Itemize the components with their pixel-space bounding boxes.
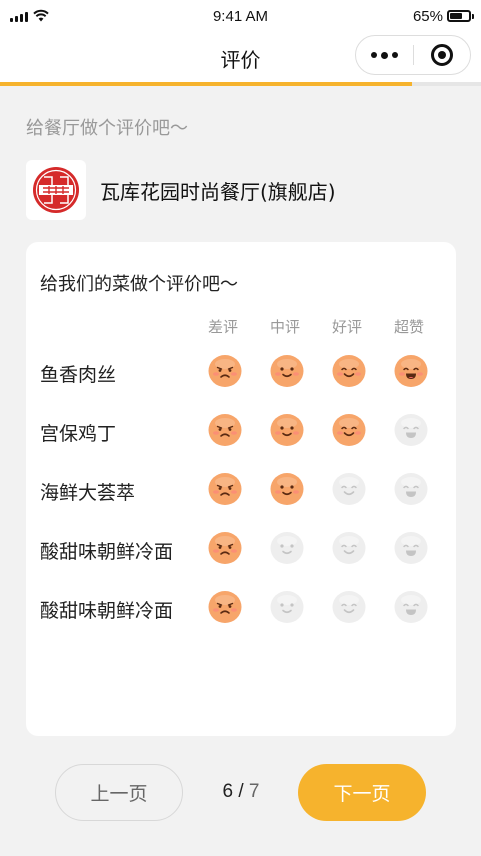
- dish-row: 海鲜大荟萃: [26, 466, 456, 525]
- dish-name: 海鲜大荟萃: [40, 482, 136, 504]
- dish-name: 宫保鸡丁: [40, 423, 117, 445]
- current-page: 6: [222, 781, 234, 802]
- rating-face-happy-icon[interactable]: [331, 588, 367, 624]
- restaurant-seal-icon: [33, 167, 79, 213]
- status-bar: 9:41 AM 65%: [0, 0, 481, 34]
- prev-page-button[interactable]: 上一页: [55, 764, 183, 821]
- mini-program-capsule: [355, 35, 471, 75]
- battery-icon: [447, 10, 474, 22]
- rating-face-laugh-icon[interactable]: [393, 529, 429, 565]
- total-pages: 7: [248, 781, 260, 802]
- rating-face-frown-icon[interactable]: [207, 411, 243, 447]
- rating-face-laugh-icon[interactable]: [393, 470, 429, 506]
- rating-face-frown-icon[interactable]: [207, 352, 243, 388]
- rating-face-happy-icon[interactable]: [331, 529, 367, 565]
- rating-face-frown-icon[interactable]: [207, 588, 243, 624]
- target-close-icon: [430, 44, 453, 66]
- rating-face-happy-icon[interactable]: [331, 352, 367, 388]
- battery-percent: 65%: [412, 8, 443, 25]
- column-header-neutral: 中评: [269, 318, 300, 336]
- rating-face-laugh-icon[interactable]: [393, 411, 429, 447]
- close-button[interactable]: [414, 36, 470, 74]
- dish-row: 酸甜味朝鲜冷面: [26, 525, 456, 584]
- page-separator: /: [238, 781, 244, 802]
- nav-bar: 评价: [0, 34, 481, 82]
- rating-face-smile-icon[interactable]: [269, 470, 305, 506]
- next-page-button[interactable]: 下一页: [298, 764, 426, 821]
- status-time: 9:41 AM: [212, 8, 269, 25]
- rating-face-smile-icon[interactable]: [269, 588, 305, 624]
- progress-fill: [0, 82, 413, 86]
- page-indicator: 6 / 7: [200, 781, 282, 803]
- rating-face-happy-icon[interactable]: [331, 470, 367, 506]
- more-dots-icon: [371, 52, 377, 58]
- progress-bar: [0, 82, 481, 86]
- rating-face-laugh-icon[interactable]: [393, 352, 429, 388]
- column-header-bad: 差评: [207, 318, 238, 336]
- rating-face-frown-icon[interactable]: [207, 529, 243, 565]
- dish-name: 鱼香肉丝: [40, 364, 117, 386]
- rating-face-laugh-icon[interactable]: [393, 588, 429, 624]
- dish-rating-card: 给我们的菜做个评价吧～ 差评 中评 好评 超赞 鱼香肉丝 宫保鸡丁 海鲜大荟萃 …: [26, 242, 456, 736]
- restaurant-name: 瓦库花园时尚餐厅(旗舰店): [100, 179, 336, 204]
- dish-row: 鱼香肉丝: [26, 348, 456, 407]
- dish-row: 酸甜味朝鲜冷面: [26, 584, 456, 643]
- dish-name: 酸甜味朝鲜冷面: [40, 541, 174, 563]
- column-header-excellent: 超赞: [393, 318, 424, 336]
- restaurant-logo: [26, 160, 86, 220]
- restaurant-header: 瓦库花园时尚餐厅(旗舰店): [26, 160, 336, 220]
- rating-face-smile-icon[interactable]: [269, 529, 305, 565]
- rating-face-smile-icon[interactable]: [269, 411, 305, 447]
- restaurant-rating-hint: 给餐厅做个评价吧～: [26, 118, 188, 139]
- rating-face-smile-icon[interactable]: [269, 352, 305, 388]
- dish-name: 酸甜味朝鲜冷面: [40, 600, 174, 622]
- more-button[interactable]: [356, 36, 413, 74]
- column-header-good: 好评: [331, 318, 362, 336]
- card-title: 给我们的菜做个评价吧～: [40, 274, 238, 295]
- rating-face-frown-icon[interactable]: [207, 470, 243, 506]
- dish-row: 宫保鸡丁: [26, 407, 456, 466]
- rating-face-happy-icon[interactable]: [331, 411, 367, 447]
